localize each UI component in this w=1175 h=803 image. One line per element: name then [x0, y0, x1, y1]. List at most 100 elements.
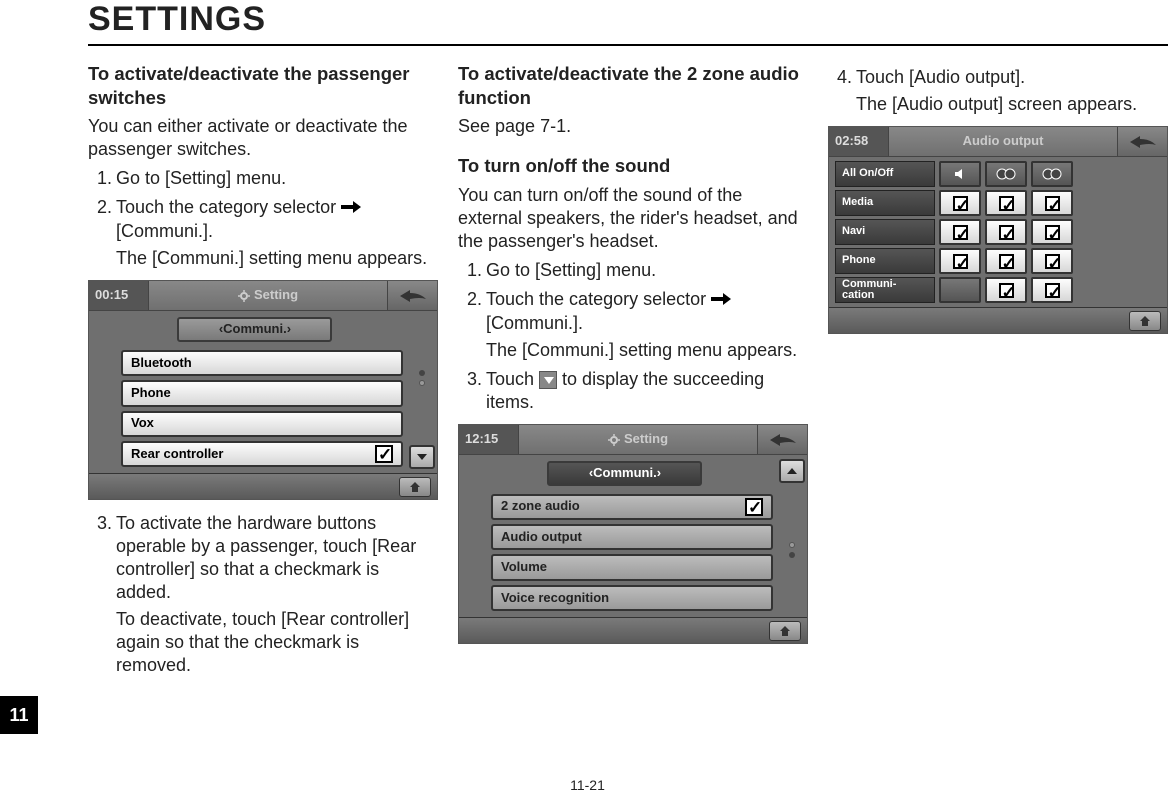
- list-item-2zone[interactable]: 2 zone audio: [491, 494, 773, 520]
- list-item-label: Bluetooth: [131, 355, 192, 372]
- step-num: 2.: [88, 196, 112, 219]
- list-item-label: Audio output: [501, 529, 582, 546]
- checkbox-cell[interactable]: [1031, 277, 1073, 303]
- list-item-rear-controller[interactable]: Rear controller: [121, 441, 403, 467]
- step-body-tail: [Communi.].: [116, 221, 213, 241]
- home-button[interactable]: [1129, 311, 1161, 331]
- checkbox-icon[interactable]: [375, 445, 393, 463]
- column-2: To activate/deactivate the 2 zone audio …: [458, 62, 808, 656]
- col1-steps: 1. Go to [Setting] menu. 2. Touch the ca…: [88, 167, 438, 270]
- arrow-right-icon: [711, 289, 731, 312]
- scroll-dot: [419, 370, 425, 376]
- table-row: Communi- cation: [835, 277, 1135, 303]
- category-label: Communi.: [223, 321, 287, 338]
- checkbox-cell[interactable]: [985, 219, 1027, 245]
- step-num: 2.: [458, 288, 482, 311]
- table-row: Navi: [835, 219, 1135, 245]
- checkbox-cell[interactable]: [1031, 190, 1073, 216]
- gear-icon: [608, 434, 620, 446]
- down-arrow-button-icon: [539, 371, 557, 389]
- row-label-communication: Communi- cation: [835, 277, 935, 303]
- step-body: Touch the category selector [Communi.].: [116, 196, 438, 243]
- list-item-audio-output[interactable]: Audio output: [491, 524, 773, 550]
- checkbox-cell[interactable]: [985, 248, 1027, 274]
- rider-headset-column-header[interactable]: [985, 161, 1027, 187]
- step-body-tail: [Communi.].: [486, 313, 583, 333]
- col1-post-steps: 3. To activate the hardware buttons oper…: [88, 512, 438, 677]
- checkbox-icon: [999, 254, 1014, 269]
- step-num: 1.: [88, 167, 112, 190]
- step-item: 3. Touch to display the succeeding items…: [486, 368, 808, 414]
- step-note: The [Communi.] setting menu appears.: [116, 247, 438, 270]
- back-button[interactable]: [1117, 127, 1167, 156]
- col2-sec2-head: To turn on/off the sound: [458, 154, 808, 178]
- scroll-dot: [789, 542, 795, 548]
- home-button[interactable]: [769, 621, 801, 641]
- scroll-up-button[interactable]: [779, 459, 805, 483]
- screen-title: Setting: [519, 431, 757, 448]
- table-row: Phone: [835, 248, 1135, 274]
- screenshot-setting-communi: 00:15 Setting ‹ Communi. › Bluetooth Pho…: [88, 280, 438, 500]
- gear-icon: [238, 290, 250, 302]
- screenshot-body: ‹ Communi. › Bluetooth Phone Vox Rear co…: [89, 311, 437, 473]
- passenger-headset-column-header[interactable]: [1031, 161, 1073, 187]
- screenshot-audio-output: 02:58 Audio output All On/Off Media: [828, 126, 1168, 334]
- step-body: Touch [Audio output].: [856, 66, 1168, 89]
- list-item-label: Voice recognition: [501, 590, 609, 607]
- checkbox-cell[interactable]: [939, 219, 981, 245]
- arrow-right-icon: [341, 197, 361, 220]
- col1-intro: You can either activate or deactivate th…: [88, 115, 438, 161]
- row-label-navi: Navi: [835, 219, 935, 245]
- step-item: 1. Go to [Setting] menu.: [486, 259, 808, 282]
- checkbox-cell[interactable]: [985, 277, 1027, 303]
- setting-list: ‹ Communi. › Bluetooth Phone Vox Rear co…: [89, 311, 407, 473]
- category-selector[interactable]: ‹ Communi. ›: [177, 317, 332, 342]
- checkbox-icon: [953, 225, 968, 240]
- clock: 12:15: [459, 425, 519, 454]
- screenshot-header: 00:15 Setting: [89, 281, 437, 311]
- scroll-down-button[interactable]: [409, 445, 435, 469]
- step-body-text: Touch the category selector: [486, 289, 711, 309]
- list-item-bluetooth[interactable]: Bluetooth: [121, 350, 403, 376]
- home-button[interactable]: [399, 477, 431, 497]
- step-body-text: Touch the category selector: [116, 197, 341, 217]
- step-item: 3. To activate the hardware buttons oper…: [116, 512, 438, 677]
- scroll-side: [777, 455, 807, 617]
- list-item-label: Rear controller: [131, 446, 223, 463]
- step-num: 3.: [458, 368, 482, 391]
- back-button[interactable]: [757, 425, 807, 454]
- step-body: Touch the category selector [Communi.].: [486, 288, 808, 335]
- checkbox-cell[interactable]: [939, 190, 981, 216]
- step-note: The [Audio output] screen appears.: [856, 93, 1168, 116]
- screenshot-setting-communi-2: 12:15 Setting ‹ Communi. › 2 zone audio …: [458, 424, 808, 644]
- checkbox-cell-disabled: [939, 277, 981, 303]
- screen-title-text: Setting: [254, 287, 298, 304]
- list-item-label: Vox: [131, 415, 154, 432]
- checkbox-icon: [1045, 283, 1060, 298]
- screenshot-header: 02:58 Audio output: [829, 127, 1167, 157]
- checkbox-cell[interactable]: [985, 190, 1027, 216]
- page-title: SETTINGS: [88, 0, 266, 39]
- col2-sec2-body: You can turn on/off the sound of the ext…: [458, 184, 808, 253]
- category-selector[interactable]: ‹ Communi. ›: [547, 461, 702, 486]
- checkbox-cell[interactable]: [1031, 219, 1073, 245]
- scroll-side: [1139, 157, 1167, 307]
- list-item-voice-recognition[interactable]: Voice recognition: [491, 585, 773, 611]
- clock: 02:58: [829, 127, 889, 156]
- speaker-column-header[interactable]: [939, 161, 981, 187]
- list-item-phone[interactable]: Phone: [121, 380, 403, 406]
- step-body: Go to [Setting] menu.: [486, 259, 808, 282]
- step-note: To deactivate, touch [Rear controller] a…: [116, 608, 438, 677]
- list-item-volume[interactable]: Volume: [491, 554, 773, 580]
- col2-sec1-head: To activate/deactivate the 2 zone audio …: [458, 62, 808, 109]
- list-item-label: 2 zone audio: [501, 498, 580, 515]
- back-button[interactable]: [387, 281, 437, 310]
- list-item-vox[interactable]: Vox: [121, 411, 403, 437]
- checkbox-cell[interactable]: [939, 248, 981, 274]
- step-body: To activate the hardware buttons operabl…: [116, 512, 438, 604]
- scroll-dot: [419, 380, 425, 386]
- checkbox-icon: [999, 283, 1014, 298]
- step-item: 2. Touch the category selector [Communi.…: [116, 196, 438, 270]
- checkbox-cell[interactable]: [1031, 248, 1073, 274]
- checkbox-icon[interactable]: [745, 498, 763, 516]
